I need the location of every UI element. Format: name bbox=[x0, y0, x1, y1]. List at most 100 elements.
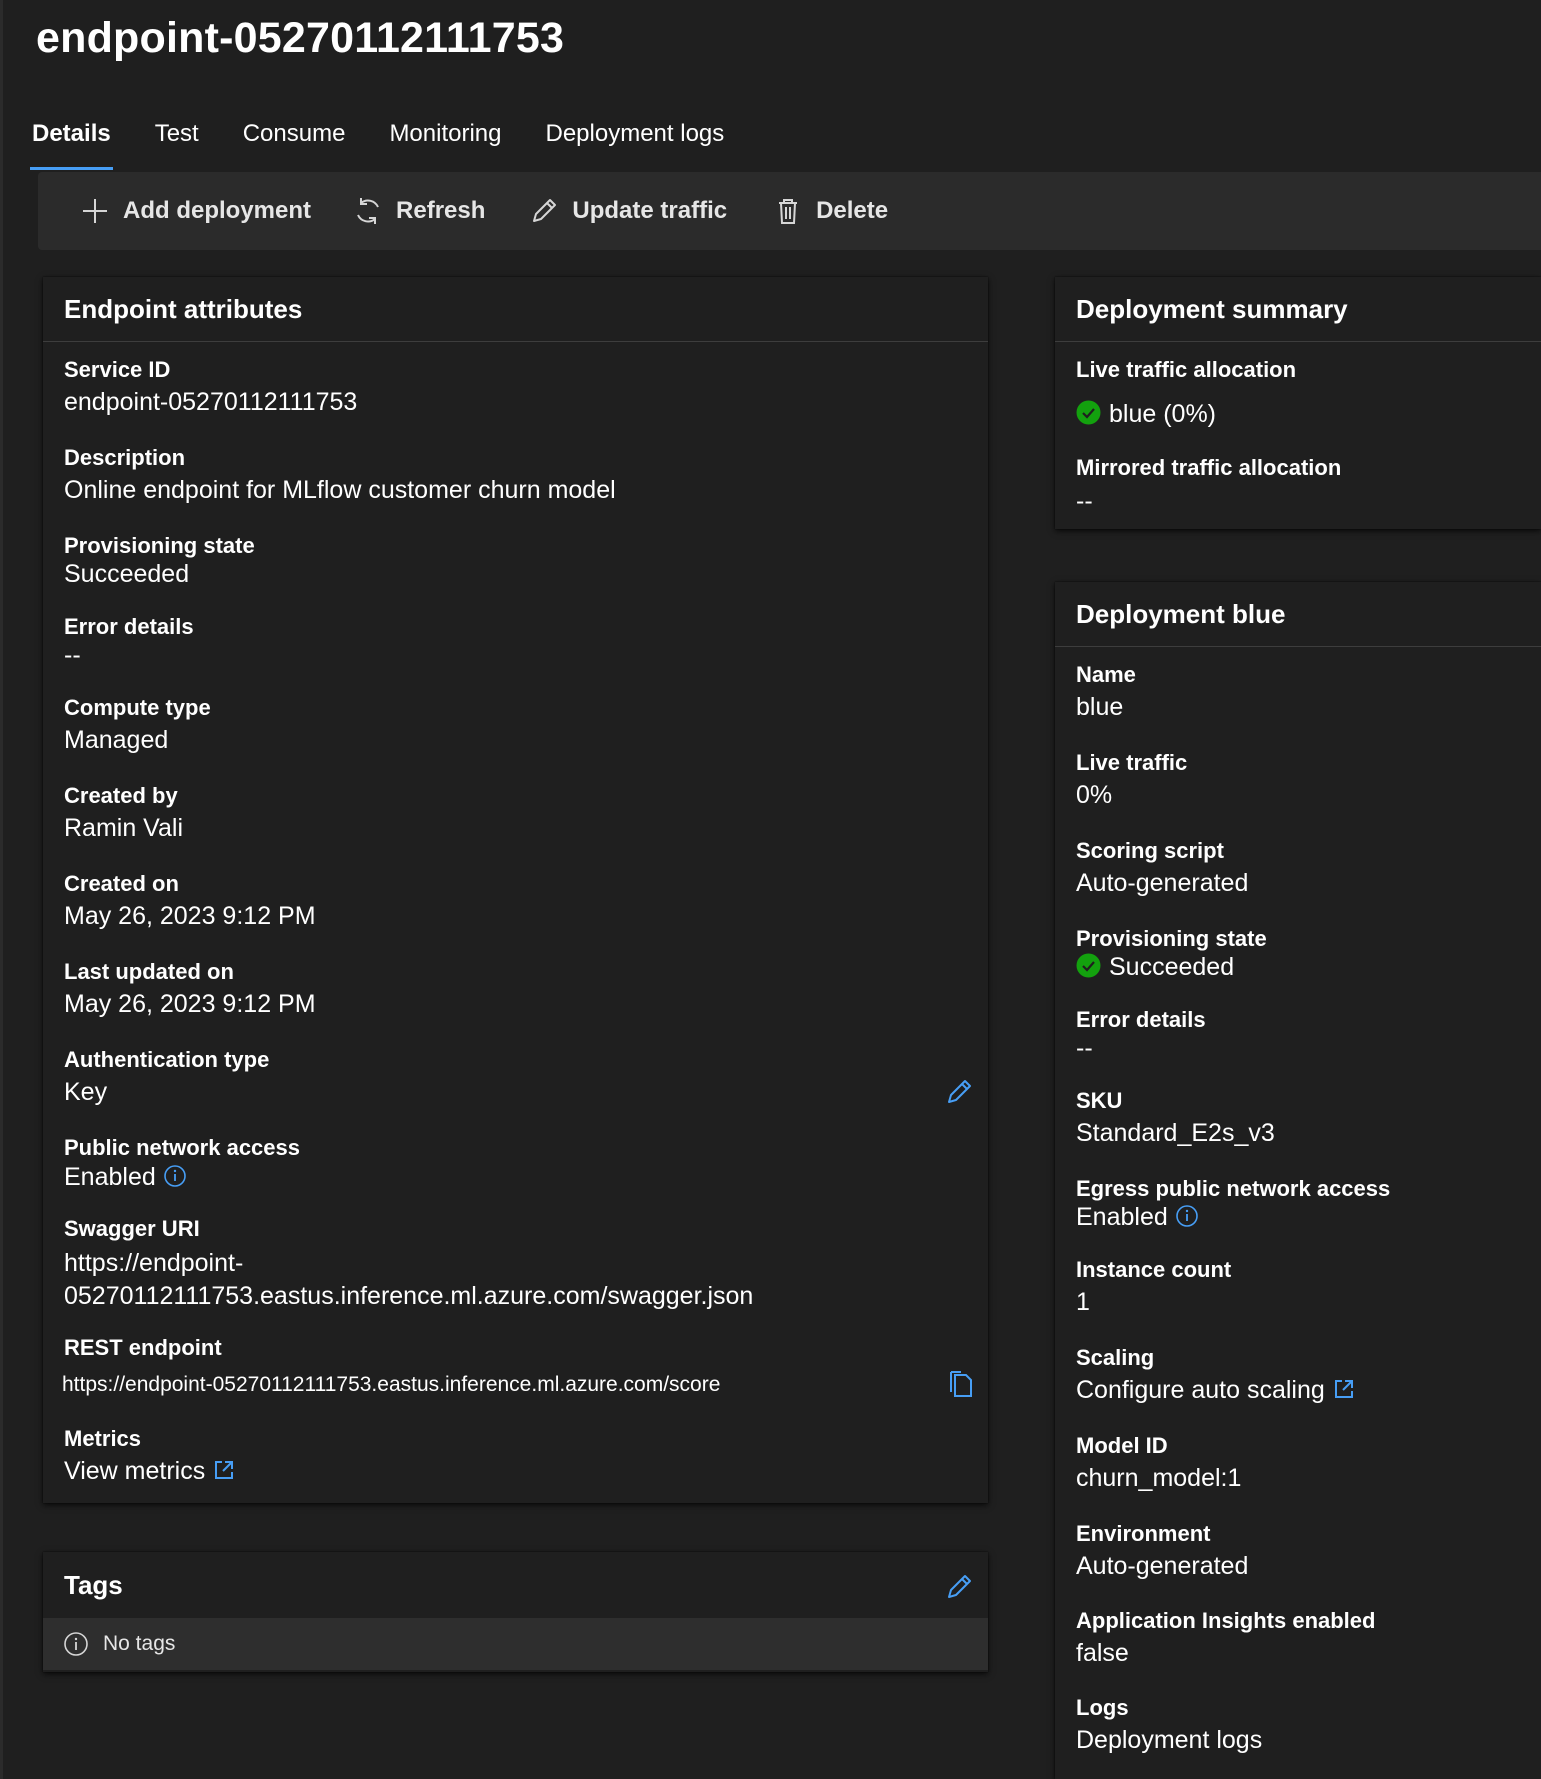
page-title: endpoint-05270112111753 bbox=[36, 14, 565, 62]
link-text: View metrics bbox=[64, 1457, 206, 1485]
field-value: endpoint-05270112111753 bbox=[64, 388, 358, 416]
field-mirrored-traffic-allocation: Mirrored traffic allocation -- bbox=[1076, 454, 1341, 518]
endpoint-attributes-title: Endpoint attributes bbox=[43, 277, 988, 342]
field-value: false bbox=[1076, 1639, 1129, 1667]
field-label: Mirrored traffic allocation bbox=[1076, 455, 1342, 480]
plus-icon bbox=[83, 199, 107, 223]
field-public-network-access: Public network access Enabled bbox=[64, 1134, 300, 1194]
update-traffic-label: Update traffic bbox=[572, 197, 728, 224]
field-value-line: https://endpoint- bbox=[64, 1249, 244, 1277]
field-value: Ramin Vali bbox=[64, 814, 184, 842]
field-deployment-provisioning-state: Provisioning state Succeeded bbox=[1076, 925, 1267, 984]
tags-card: Tags No tags bbox=[43, 1552, 988, 1672]
window-edge bbox=[0, 0, 3, 1779]
field-environment: Environment Auto-generated bbox=[1076, 1520, 1248, 1583]
edit-tags-icon[interactable] bbox=[946, 1572, 974, 1600]
tab-monitoring[interactable]: Monitoring bbox=[389, 118, 501, 174]
field-value-line: 05270112111753.eastus.inference.ml.azure… bbox=[64, 1282, 754, 1310]
field-value: May 26, 2023 9:12 PM bbox=[64, 990, 316, 1018]
add-deployment-button[interactable]: Add deployment bbox=[80, 196, 311, 226]
model-id-link[interactable]: churn_model:1 bbox=[1076, 1462, 1241, 1495]
info-icon[interactable] bbox=[163, 1164, 187, 1188]
refresh-label: Refresh bbox=[396, 197, 486, 224]
edit-authentication-icon[interactable] bbox=[946, 1077, 974, 1105]
field-value: https://endpoint-05270112111753.eastus.i… bbox=[62, 1373, 721, 1396]
field-label: Application Insights enabled bbox=[1076, 1608, 1376, 1633]
field-label: Compute type bbox=[64, 695, 211, 720]
field-label: Provisioning state bbox=[1076, 926, 1267, 951]
field-scoring-script: Scoring script Auto-generated bbox=[1076, 837, 1248, 900]
success-check-icon bbox=[1076, 400, 1101, 425]
tab-consume[interactable]: Consume bbox=[243, 118, 346, 174]
field-label: Scaling bbox=[1076, 1345, 1155, 1370]
field-label: Authentication type bbox=[64, 1047, 270, 1072]
field-value: May 26, 2023 9:12 PM bbox=[64, 902, 316, 930]
command-bar: Add deployment Refresh Update traffic De… bbox=[38, 172, 1541, 250]
trash-icon bbox=[779, 199, 798, 224]
deployment-blue-card: Deployment blue Name blue Live traffic 0… bbox=[1055, 582, 1541, 1779]
field-label: Service ID bbox=[64, 357, 171, 382]
field-value: blue bbox=[1076, 693, 1124, 721]
field-label: Error details bbox=[64, 614, 194, 639]
field-label: Swagger URI bbox=[64, 1216, 200, 1241]
field-value: Auto-generated bbox=[1076, 1552, 1249, 1580]
field-sku: SKU Standard_E2s_v3 bbox=[1076, 1087, 1275, 1150]
field-deployment-error-details: Error details -- bbox=[1076, 1006, 1206, 1065]
tags-empty-message: No tags bbox=[43, 1618, 988, 1670]
field-egress-public-network-access: Egress public network access Enabled bbox=[1076, 1175, 1390, 1234]
field-label: Public network access bbox=[64, 1135, 300, 1160]
field-value: blue (0%) bbox=[1109, 400, 1216, 428]
field-label: Error details bbox=[1076, 1007, 1206, 1032]
field-created-on: Created on May 26, 2023 9:12 PM bbox=[64, 870, 316, 933]
field-value: Online endpoint for MLflow customer chur… bbox=[64, 476, 616, 504]
field-value: Succeeded bbox=[1109, 953, 1235, 981]
field-label: SKU bbox=[1076, 1088, 1123, 1113]
field-value: Auto-generated bbox=[1076, 869, 1249, 897]
tab-deployment-logs[interactable]: Deployment logs bbox=[546, 118, 725, 174]
configure-auto-scaling-link[interactable]: Configure auto scaling bbox=[1076, 1374, 1355, 1407]
field-model-id: Model ID churn_model:1 bbox=[1076, 1432, 1241, 1495]
view-metrics-link[interactable]: View metrics bbox=[64, 1455, 235, 1488]
no-tags-text: No tags bbox=[103, 1632, 176, 1655]
field-label: Created on bbox=[64, 871, 179, 896]
field-label: Scoring script bbox=[1076, 838, 1224, 863]
field-value: Succeeded bbox=[64, 560, 190, 588]
field-label: Environment bbox=[1076, 1521, 1211, 1546]
field-label: Instance count bbox=[1076, 1257, 1232, 1282]
field-description: Description Online endpoint for MLflow c… bbox=[64, 444, 616, 507]
deployment-logs-link[interactable]: Deployment logs bbox=[1076, 1724, 1262, 1757]
field-value: Managed bbox=[64, 726, 169, 754]
deployment-summary-title: Deployment summary bbox=[1055, 277, 1541, 342]
field-name: Name blue bbox=[1076, 661, 1136, 724]
deployment-blue-title: Deployment blue bbox=[1055, 582, 1541, 647]
field-value: Standard_E2s_v3 bbox=[1076, 1119, 1275, 1147]
tab-test[interactable]: Test bbox=[155, 118, 199, 174]
field-value: -- bbox=[1076, 487, 1093, 515]
field-compute-type: Compute type Managed bbox=[64, 694, 211, 757]
update-traffic-button[interactable]: Update traffic bbox=[529, 196, 727, 226]
info-icon[interactable] bbox=[1175, 1204, 1199, 1228]
delete-label: Delete bbox=[816, 197, 889, 224]
field-label: Logs bbox=[1076, 1695, 1129, 1720]
delete-button[interactable]: Delete bbox=[773, 196, 888, 226]
endpoint-attributes-card: Endpoint attributes Service ID endpoint-… bbox=[43, 277, 988, 1503]
pencil-icon bbox=[533, 199, 557, 222]
field-authentication-type: Authentication type Key bbox=[64, 1046, 269, 1109]
field-value: -- bbox=[64, 641, 81, 669]
field-rest-endpoint: REST endpoint https://endpoint-052701121… bbox=[62, 1334, 720, 1401]
copy-icon[interactable] bbox=[946, 1369, 974, 1399]
tags-title: Tags bbox=[64, 1570, 123, 1600]
field-label: Model ID bbox=[1076, 1433, 1168, 1458]
field-label: Metrics bbox=[64, 1426, 142, 1451]
field-last-updated-on: Last updated on May 26, 2023 9:12 PM bbox=[64, 958, 316, 1021]
field-label: Egress public network access bbox=[1076, 1176, 1391, 1201]
field-error-details: Error details -- bbox=[64, 613, 194, 672]
field-created-by: Created by Ramin Vali bbox=[64, 782, 183, 845]
link-text: Configure auto scaling bbox=[1076, 1376, 1325, 1404]
refresh-icon bbox=[357, 198, 379, 224]
field-provisioning-state: Provisioning state Succeeded bbox=[64, 532, 255, 591]
tab-details[interactable]: Details bbox=[30, 118, 113, 174]
external-link-icon bbox=[215, 1461, 234, 1479]
refresh-button[interactable]: Refresh bbox=[353, 196, 485, 226]
field-value: 1 bbox=[1076, 1288, 1090, 1316]
